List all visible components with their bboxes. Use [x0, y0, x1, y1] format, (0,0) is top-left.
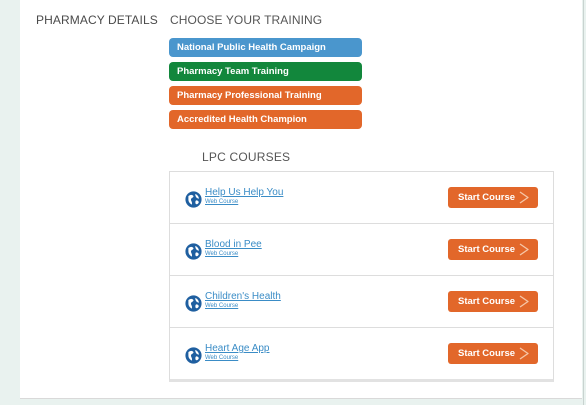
- lpc-courses-heading: LPC COURSES: [202, 150, 291, 164]
- chevron-right-icon: [519, 243, 529, 256]
- start-course-label: Start Course: [458, 192, 516, 203]
- course-type-link[interactable]: Web Course: [205, 199, 238, 205]
- globe-icon: [185, 347, 202, 364]
- course-row: Heart Age App Web Course Start Course: [169, 328, 554, 382]
- course-row: Children's Health Web Course Start Cours…: [169, 276, 554, 328]
- chevron-right-icon: [519, 191, 529, 204]
- globe-icon: [185, 191, 202, 208]
- choose-training-heading: CHOOSE YOUR TRAINING: [170, 13, 323, 27]
- start-course-button[interactable]: Start Course: [448, 239, 538, 260]
- course-title-link[interactable]: Blood in Pee: [205, 239, 262, 250]
- course-title-link[interactable]: Children's Health: [205, 291, 281, 302]
- page: PHARMACY DETAILS CHOOSE YOUR TRAINING Na…: [0, 0, 586, 405]
- start-course-button[interactable]: Start Course: [448, 187, 538, 208]
- course-type-link[interactable]: Web Course: [205, 251, 238, 257]
- panel-edge: [583, 0, 584, 405]
- course-title-link[interactable]: Heart Age App: [205, 343, 270, 354]
- chevron-right-icon: [519, 295, 529, 308]
- training-list: National Public Health Campaign Pharmacy…: [169, 38, 362, 134]
- course-title-link[interactable]: Help Us Help You: [205, 187, 283, 198]
- start-course-button[interactable]: Start Course: [448, 343, 538, 364]
- globe-icon: [185, 243, 202, 260]
- training-button-accredited-health-champion[interactable]: Accredited Health Champion: [169, 110, 362, 129]
- chevron-right-icon: [519, 347, 529, 360]
- course-list: Help Us Help You Web Course Start Course…: [169, 171, 554, 382]
- start-course-button[interactable]: Start Course: [448, 291, 538, 312]
- start-course-label: Start Course: [458, 244, 516, 255]
- start-course-label: Start Course: [458, 296, 516, 307]
- start-course-label: Start Course: [458, 348, 516, 359]
- training-button-pharmacy-team-training[interactable]: Pharmacy Team Training: [169, 62, 362, 81]
- course-row: Blood in Pee Web Course Start Course: [169, 224, 554, 276]
- course-row: Help Us Help You Web Course Start Course: [169, 172, 554, 224]
- course-type-link[interactable]: Web Course: [205, 355, 238, 361]
- course-type-link[interactable]: Web Course: [205, 303, 238, 309]
- training-button-national-public-health-campaign[interactable]: National Public Health Campaign: [169, 38, 362, 57]
- training-button-pharmacy-professional-training[interactable]: Pharmacy Professional Training: [169, 86, 362, 105]
- pharmacy-details-label: PHARMACY DETAILS: [36, 13, 158, 27]
- globe-icon: [185, 295, 202, 312]
